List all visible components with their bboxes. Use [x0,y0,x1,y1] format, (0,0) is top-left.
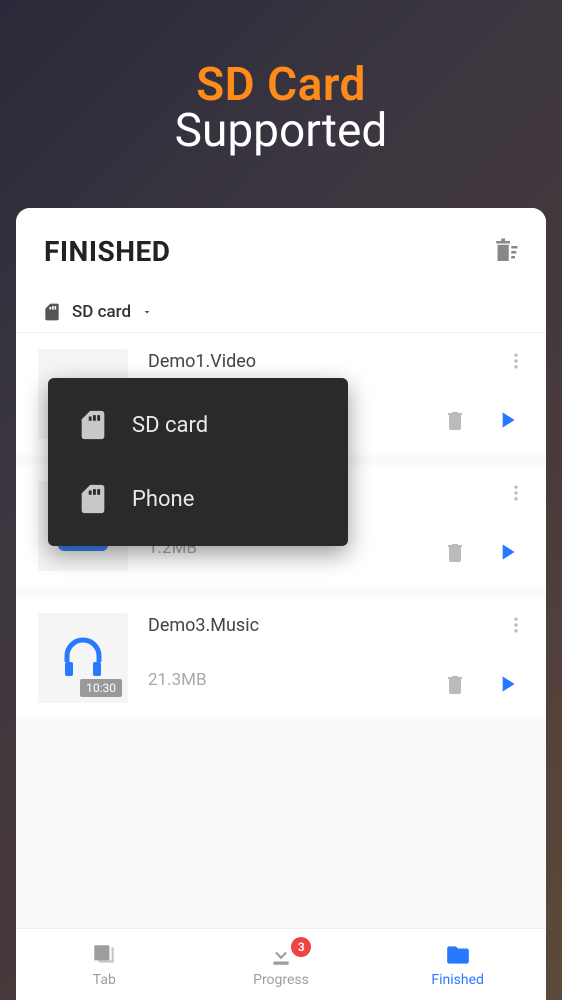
dropdown-label: SD card [132,413,208,438]
trash-icon [443,672,467,696]
tab-icon [91,942,117,968]
delete-button[interactable] [440,537,470,567]
nav-label: Finished [431,972,484,988]
list-item[interactable]: 10:30 Demo3.Music 21.3MB [16,597,546,719]
file-name: Demo3.Music [148,615,526,636]
nav-tab[interactable]: Tab [16,929,193,1000]
more-vert-icon [506,615,526,635]
sd-card-icon [76,482,110,516]
delete-button[interactable] [440,669,470,699]
dropdown-item-phone[interactable]: Phone [48,462,348,536]
download-icon [268,942,294,968]
dropdown-label: Phone [132,487,194,512]
music-icon [58,633,108,683]
dropdown-item-sdcard[interactable]: SD card [48,388,348,462]
file-thumbnail: 10:30 [38,613,128,703]
nav-finished[interactable]: Finished [369,929,546,1000]
more-button[interactable] [506,483,526,507]
sd-card-icon [42,302,62,322]
storage-selector[interactable]: SD card [16,288,546,333]
play-button[interactable] [492,405,522,435]
play-button[interactable] [492,537,522,567]
card-header: FINISHED [16,208,546,288]
storage-selected-label: SD card [72,302,131,322]
sd-card-icon [76,408,110,442]
storage-dropdown: SD card Phone [48,378,348,546]
nav-progress[interactable]: 3 Progress [193,929,370,1000]
progress-badge: 3 [291,937,311,957]
more-button[interactable] [506,615,526,639]
promo-title: SD Card Supported [0,0,562,158]
nav-label: Progress [253,972,309,988]
trash-icon [443,540,467,564]
play-icon [494,539,520,565]
play-button[interactable] [492,669,522,699]
more-button[interactable] [506,351,526,375]
trash-icon [443,408,467,432]
trash-list-icon [490,236,520,266]
promo-line2: Supported [0,104,562,158]
delete-all-button[interactable] [488,234,522,268]
nav-label: Tab [93,972,116,988]
duration-badge: 10:30 [80,679,122,697]
play-icon [494,671,520,697]
chevron-down-icon [141,306,153,318]
folder-icon [445,942,471,968]
page-title: FINISHED [44,235,170,268]
more-vert-icon [506,351,526,371]
finished-card: FINISHED SD card Demo1.Video [16,208,546,928]
play-icon [494,407,520,433]
bottom-nav: Tab 3 Progress Finished [16,928,546,1000]
delete-button[interactable] [440,405,470,435]
file-name: Demo1.Video [148,351,526,372]
more-vert-icon [506,483,526,503]
